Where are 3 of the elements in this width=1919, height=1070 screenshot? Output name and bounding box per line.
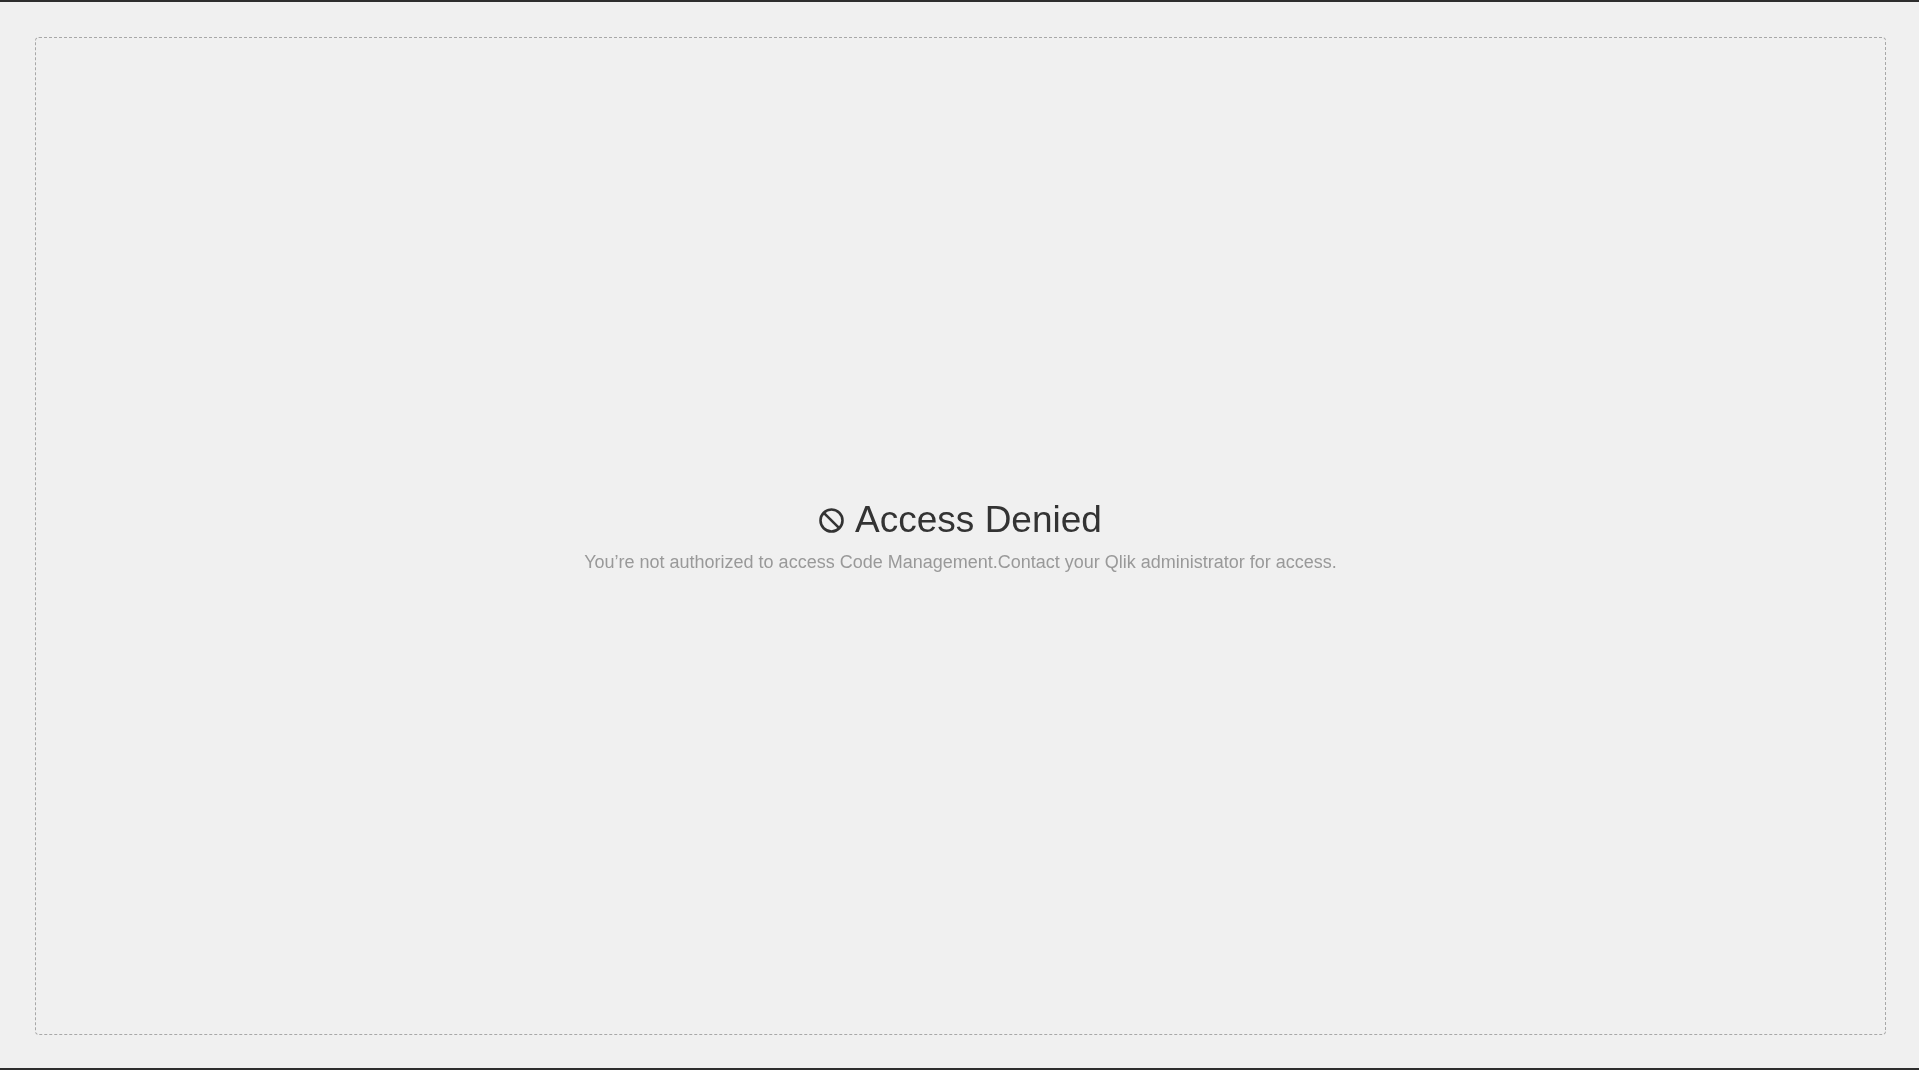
access-message: You’re not authorized to access Code Management.Contact your Qlik administrator for access. (584, 550, 1337, 574)
page-title: Access Denied (855, 498, 1102, 543)
ban-icon (819, 507, 845, 533)
